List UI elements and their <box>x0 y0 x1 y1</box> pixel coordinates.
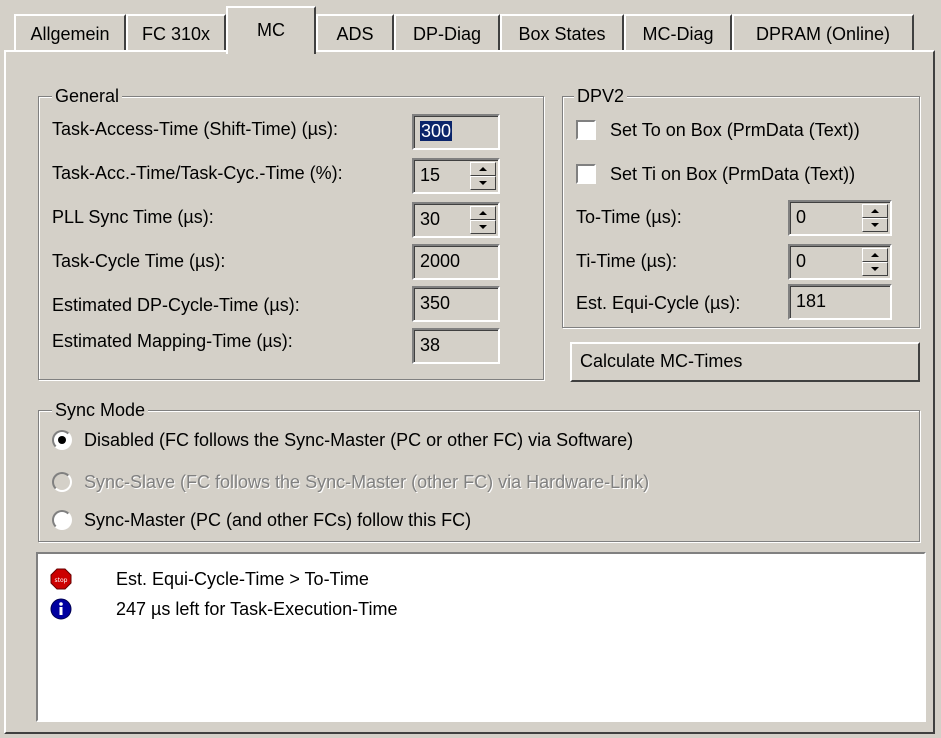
est-equi-cycle-field: 181 <box>788 284 892 320</box>
tab-strip: Allgemein FC 310x MC ADS DP-Diag Box Sta… <box>0 0 941 54</box>
message-list[interactable]: stop Est. Equi-Cycle-Time > To-Time 247 … <box>36 552 926 722</box>
sync-slave-label: Sync-Slave (FC follows the Sync-Master (… <box>84 472 650 492</box>
info-icon <box>50 598 72 620</box>
sync-mode-group-title: Sync Mode <box>52 400 149 420</box>
sync-disabled-label: Disabled (FC follows the Sync-Master (PC… <box>84 430 634 450</box>
sync-disabled-radio[interactable] <box>52 430 72 450</box>
stop-icon: stop <box>50 568 72 590</box>
dpv2-group-title: DPV2 <box>574 86 628 106</box>
tab-mc[interactable]: MC <box>226 6 316 54</box>
spin-up-button[interactable] <box>862 204 888 218</box>
set-ti-label: Set Ti on Box (PrmData (Text)) <box>610 164 856 184</box>
sync-master-radio[interactable] <box>52 510 72 530</box>
task-access-time-input[interactable]: 300 <box>412 114 500 150</box>
message-text: 247 µs left for Task-Execution-Time <box>116 599 398 619</box>
ti-time-stepper[interactable]: 0 <box>788 244 892 280</box>
spin-up-button[interactable] <box>862 248 888 262</box>
spin-down-button[interactable] <box>862 218 888 232</box>
tab-dpram-online[interactable]: DPRAM (Online) <box>732 14 914 52</box>
est-equi-cycle-label: Est. Equi-Cycle (µs): <box>576 293 741 313</box>
task-cycle-time-field: 2000 <box>412 244 500 280</box>
task-acc-ratio-label: Task-Acc.-Time/Task-Cyc.-Time (%): <box>52 163 343 183</box>
sync-slave-radio[interactable] <box>52 472 72 492</box>
pll-sync-time-label: PLL Sync Time (µs): <box>52 207 214 227</box>
est-dp-cycle-time-field: 350 <box>412 286 500 322</box>
tab-fc310x[interactable]: FC 310x <box>126 14 226 52</box>
spin-down-button[interactable] <box>470 176 496 190</box>
tab-ads[interactable]: ADS <box>316 14 394 52</box>
general-group-title: General <box>52 86 123 106</box>
spin-up-button[interactable] <box>470 206 496 220</box>
calculate-mc-times-button[interactable]: Calculate MC-Times <box>570 342 920 382</box>
tab-allgemein[interactable]: Allgemein <box>14 14 126 52</box>
ti-time-label: Ti-Time (µs): <box>576 251 678 271</box>
spin-up-button[interactable] <box>470 162 496 176</box>
sync-master-label: Sync-Master (PC (and other FCs) follow t… <box>84 510 472 530</box>
est-mapping-time-field: 38 <box>412 328 500 364</box>
est-dp-cycle-time-label: Estimated DP-Cycle-Time (µs): <box>52 295 300 315</box>
to-time-stepper[interactable]: 0 <box>788 200 892 236</box>
to-time-label: To-Time (µs): <box>576 207 682 227</box>
message-text: Est. Equi-Cycle-Time > To-Time <box>116 569 369 589</box>
set-ti-checkbox[interactable] <box>576 164 596 184</box>
task-cycle-time-label: Task-Cycle Time (µs): <box>52 251 226 271</box>
task-access-time-label: Task-Access-Time (Shift-Time) (µs): <box>52 119 339 139</box>
tab-box-states[interactable]: Box States <box>500 14 624 52</box>
set-to-label: Set To on Box (PrmData (Text)) <box>610 120 860 140</box>
svg-text:stop: stop <box>55 577 68 584</box>
est-mapping-time-label: Estimated Mapping-Time (µs): <box>52 331 293 351</box>
spin-down-button[interactable] <box>862 262 888 276</box>
pll-sync-time-stepper[interactable]: 30 <box>412 202 500 238</box>
tab-mc-diag[interactable]: MC-Diag <box>624 14 732 52</box>
tab-dp-diag[interactable]: DP-Diag <box>394 14 500 52</box>
task-acc-ratio-stepper[interactable]: 15 <box>412 158 500 194</box>
spin-down-button[interactable] <box>470 220 496 234</box>
set-to-checkbox[interactable] <box>576 120 596 140</box>
